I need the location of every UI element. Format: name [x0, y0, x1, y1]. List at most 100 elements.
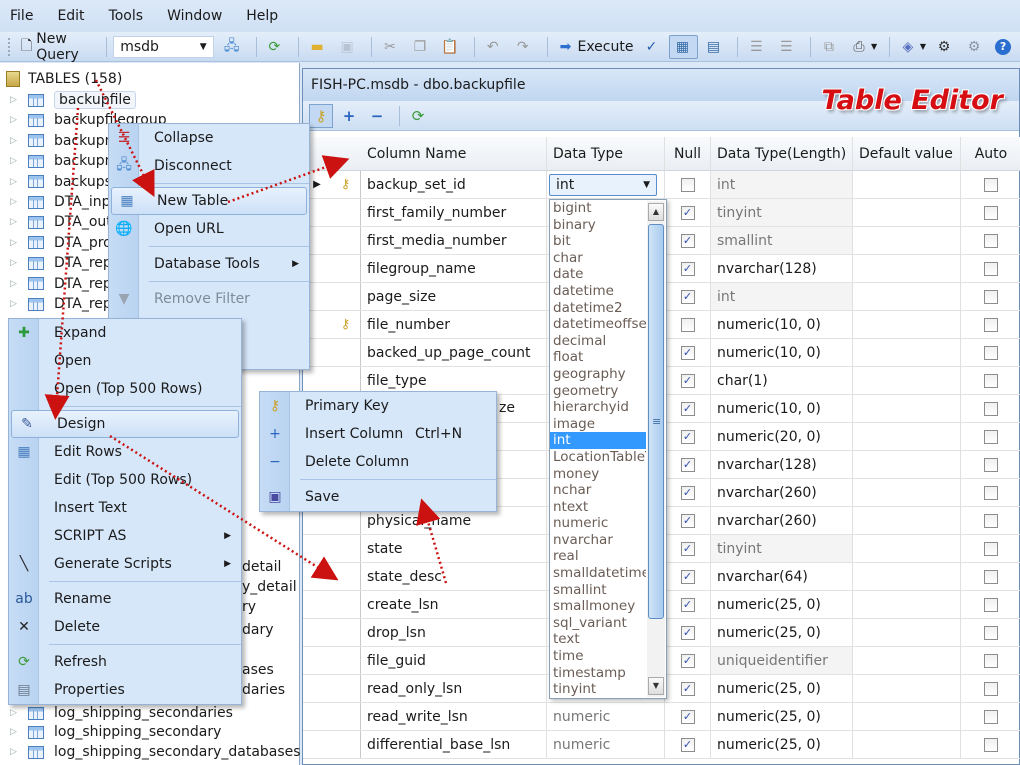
default-value-cell[interactable] — [853, 367, 961, 394]
menu-item-rename[interactable]: ab Rename — [9, 585, 241, 613]
data-type-length-cell[interactable]: char(1) — [711, 367, 853, 394]
data-type-length-cell[interactable]: nvarchar(64) — [711, 563, 853, 590]
expand-arrow-icon[interactable]: ▷ — [10, 115, 20, 125]
help-book-button[interactable]: ◈ ▼ — [896, 35, 929, 59]
expand-arrow-icon[interactable]: ▷ — [10, 197, 20, 207]
grid-row[interactable]: ▶ ⚷ backup_set_id int ▼ int — [303, 171, 1020, 199]
data-type-cell[interactable]: numeric — [547, 703, 665, 730]
menu-item-collapse[interactable]: ☰ Collapse — [109, 124, 309, 152]
menu-item-primary-key[interactable]: ⚷ Primary Key — [260, 392, 496, 420]
data-type-option[interactable]: real — [550, 548, 646, 565]
auto-checkbox[interactable] — [984, 569, 998, 584]
null-checkbox[interactable]: ✓ — [680, 569, 695, 584]
menu-item-script-as[interactable]: SCRIPT AS ▶ — [9, 522, 241, 550]
auto-checkbox[interactable] — [984, 205, 998, 220]
menu-item-design[interactable]: ✎ Design — [11, 410, 239, 438]
scroll-up-icon[interactable]: ▲ — [648, 203, 664, 221]
null-checkbox[interactable]: ✓ — [680, 737, 695, 752]
header-data-type-length[interactable]: Data Type(Length) — [711, 137, 853, 170]
data-type-length-cell[interactable]: numeric(10, 0) — [711, 311, 853, 338]
default-value-cell[interactable] — [853, 199, 961, 226]
column-name-cell[interactable]: page_size — [361, 283, 547, 310]
auto-checkbox[interactable] — [984, 177, 998, 192]
data-type-length-cell[interactable]: nvarchar(128) — [711, 451, 853, 478]
data-type-length-cell[interactable]: numeric(25, 0) — [711, 675, 853, 702]
menu-item-open-url[interactable]: 🌐 Open URL — [109, 215, 309, 243]
menu-item-insert-text[interactable]: Insert Text — [9, 494, 241, 522]
data-type-option[interactable]: ntext — [550, 499, 646, 516]
default-value-cell[interactable] — [853, 171, 961, 198]
expand-arrow-icon[interactable]: ▷ — [10, 217, 20, 227]
menu-item-edit-top-500-rows[interactable]: Edit (Top 500 Rows) — [9, 466, 241, 494]
data-type-length-cell[interactable]: numeric(25, 0) — [711, 591, 853, 618]
grid-row[interactable]: differential_base_lsn numeric ✓ numeric(25,… — [303, 731, 1020, 759]
null-checkbox[interactable] — [680, 177, 695, 192]
null-checkbox[interactable]: ✓ — [680, 625, 695, 640]
data-type-option[interactable]: decimal — [550, 333, 646, 350]
auto-checkbox[interactable] — [984, 289, 998, 304]
data-type-option[interactable]: timestamp — [550, 665, 646, 682]
default-value-cell[interactable] — [853, 255, 961, 282]
insert-column-button[interactable]: + — [337, 104, 361, 128]
plugins-button[interactable]: ⚙ — [932, 35, 959, 59]
data-type-option[interactable]: nchar — [550, 482, 646, 499]
column-name-cell[interactable]: file_guid — [361, 647, 547, 674]
default-value-cell[interactable] — [853, 227, 961, 254]
column-name-cell[interactable]: state — [361, 535, 547, 562]
open-button[interactable]: ▬ — [305, 35, 332, 59]
tree-item[interactable]: ▷ DTA_pro — [0, 233, 112, 253]
tree-item-partial[interactable]: ry — [242, 597, 256, 617]
header-default-value[interactable]: Default value — [853, 137, 961, 170]
expand-arrow-icon[interactable]: ▷ — [10, 258, 20, 268]
null-checkbox[interactable]: ✓ — [680, 429, 695, 444]
default-value-cell[interactable] — [853, 283, 961, 310]
expand-arrow-icon[interactable]: ▷ — [10, 727, 20, 737]
data-type-option[interactable]: smallmoney — [550, 598, 646, 615]
tree-item[interactable]: ▷ DTA_rep — [0, 274, 112, 294]
data-type-select[interactable]: int ▼ — [549, 173, 657, 196]
parse-button[interactable]: ✓ — [639, 35, 666, 59]
data-type-option[interactable]: datetime — [550, 283, 646, 300]
tree-root-tables[interactable]: TABLES (158) — [0, 69, 122, 89]
data-type-option[interactable]: text — [550, 631, 646, 648]
undo-button[interactable]: ↶ — [481, 35, 508, 59]
data-type-length-cell[interactable]: nvarchar(260) — [711, 507, 853, 534]
menu-help[interactable]: Help — [246, 8, 278, 24]
data-type-length-cell[interactable]: tinyint — [711, 199, 853, 226]
tree-item[interactable]: ▷ backupm — [0, 151, 118, 171]
data-type-option[interactable]: datetimeoffset — [550, 316, 646, 333]
menu-item-database-tools[interactable]: Database Tools ▶ — [109, 250, 309, 278]
grid-row[interactable]: read_write_lsn numeric ✓ numeric(25, 0) — [303, 703, 1020, 731]
data-type-length-cell[interactable]: numeric(10, 0) — [711, 339, 853, 366]
data-type-option[interactable]: sql_variant — [550, 615, 646, 632]
menu-file[interactable]: File — [10, 8, 33, 24]
tree-item[interactable]: ▷ backupm — [0, 131, 118, 151]
data-type-option[interactable]: nvarchar — [550, 532, 646, 549]
menu-item-properties[interactable]: ▤Properties — [9, 676, 241, 704]
header-column-name[interactable]: Column Name — [361, 137, 547, 170]
expand-arrow-icon[interactable]: ▷ — [10, 238, 20, 248]
results-to-grid-button[interactable]: ▦ — [669, 34, 699, 59]
auto-checkbox[interactable] — [984, 709, 998, 724]
data-type-option[interactable]: date — [550, 266, 646, 283]
null-checkbox[interactable]: ✓ — [680, 205, 695, 220]
column-name-cell[interactable]: differential_base_lsn — [361, 731, 547, 758]
column-name-cell[interactable]: filegroup_name — [361, 255, 547, 282]
default-value-cell[interactable] — [853, 591, 961, 618]
column-name-cell[interactable]: backed_up_page_count — [361, 339, 547, 366]
default-value-cell[interactable] — [853, 675, 961, 702]
data-type-length-cell[interactable]: tinyint — [711, 535, 853, 562]
menu-item-generate-scripts[interactable]: ╲ Generate Scripts ▶ — [9, 550, 241, 578]
disconnect-button[interactable]: 🖧 — [220, 35, 247, 59]
data-type-length-cell[interactable]: numeric(20, 0) — [711, 423, 853, 450]
expand-arrow-icon[interactable]: ▷ — [10, 279, 20, 289]
data-type-cell[interactable]: int ▼ — [547, 171, 665, 198]
data-type-option[interactable]: tinyint — [550, 681, 646, 698]
menu-window[interactable]: Window — [167, 8, 222, 24]
data-type-length-cell[interactable]: nvarchar(128) — [711, 255, 853, 282]
auto-checkbox[interactable] — [984, 597, 998, 612]
paste-button[interactable]: 📋 — [438, 35, 465, 59]
tree-item[interactable]: ▷ DTA_rep — [0, 253, 112, 273]
data-type-length-cell[interactable]: numeric(10, 0) — [711, 395, 853, 422]
null-checkbox[interactable]: ✓ — [680, 541, 695, 556]
